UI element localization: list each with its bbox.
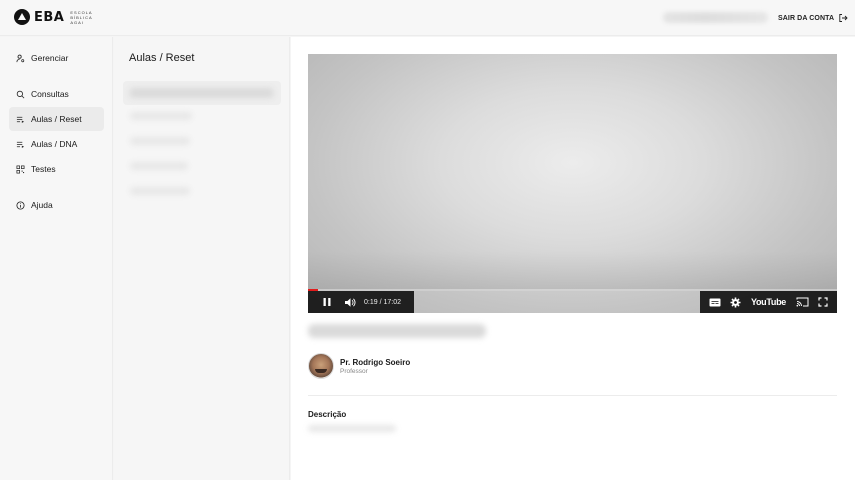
sidebar-item-testes[interactable]: Testes — [9, 157, 104, 181]
logout-button[interactable]: SAIR DA CONTA — [778, 13, 848, 23]
lesson-item-active[interactable] — [123, 81, 281, 105]
video-frame-shade — [308, 251, 837, 291]
player-controls-left: 0:19 / 17:02 — [308, 291, 414, 313]
user-settings-icon — [16, 54, 25, 62]
player-controls-right: YouTube — [700, 291, 837, 313]
lesson-item-redacted[interactable] — [130, 162, 188, 170]
gear-icon — [730, 297, 741, 307]
sidebar-item-aulas-reset[interactable]: Aulas / Reset — [9, 107, 104, 131]
info-icon — [16, 200, 25, 210]
lessons-panel: Aulas / Reset — [114, 37, 290, 480]
settings-button[interactable] — [730, 297, 741, 308]
youtube-logo[interactable]: YouTube — [751, 297, 786, 307]
lessons-title: Aulas / Reset — [129, 52, 195, 64]
cast-button[interactable] — [796, 297, 809, 307]
fullscreen-icon — [818, 297, 828, 307]
volume-icon — [345, 297, 356, 307]
fullscreen-button[interactable] — [818, 297, 828, 307]
volume-button[interactable] — [344, 297, 356, 308]
sidebar-item-gerenciar[interactable]: Gerenciar — [9, 46, 104, 70]
sidebar-item-aulas-dna[interactable]: Aulas / DNA — [9, 132, 104, 156]
sidebar: Gerenciar Consultas Aulas / Reset Aulas … — [0, 37, 113, 480]
brand-logo[interactable]: EBA ESCOLA BÍBLICA AGAI — [14, 9, 93, 25]
pause-button[interactable] — [322, 297, 332, 307]
lesson-item-redacted[interactable] — [130, 112, 192, 120]
professor-name: Pr. Rodrigo Soeiro — [340, 357, 411, 367]
playback-time: 0:19 / 17:02 — [364, 298, 401, 306]
lesson-item-redacted[interactable] — [130, 187, 190, 195]
lesson-item-redacted[interactable] — [130, 137, 190, 145]
lesson-title-redacted — [308, 324, 486, 338]
brand-name: EBA — [34, 9, 65, 25]
sidebar-item-label: Aulas / DNA — [31, 139, 78, 149]
captions-button[interactable] — [709, 298, 721, 307]
user-name-redacted — [663, 12, 768, 23]
cast-icon — [796, 297, 809, 307]
brand-subtitle: ESCOLA BÍBLICA AGAI — [70, 10, 92, 25]
divider — [308, 395, 837, 396]
top-bar: EBA ESCOLA BÍBLICA AGAI SAIR DA CONTA — [0, 0, 855, 36]
professor-card: Pr. Rodrigo Soeiro Professor — [308, 353, 410, 379]
logout-label: SAIR DA CONTA — [778, 14, 835, 22]
sidebar-item-label: Testes — [31, 164, 56, 174]
sidebar-item-label: Gerenciar — [31, 53, 69, 63]
pause-icon — [323, 298, 331, 306]
playlist-icon — [16, 141, 25, 148]
logout-icon — [839, 14, 848, 22]
search-icon — [16, 90, 25, 98]
sidebar-item-label: Ajuda — [31, 200, 53, 210]
main-content: 0:19 / 17:02 YouTube Pr. Rodrigo Soeiro … — [291, 37, 855, 480]
avatar — [308, 353, 334, 379]
video-player[interactable]: 0:19 / 17:02 YouTube — [308, 54, 837, 313]
professor-role: Professor — [340, 367, 368, 375]
description-text-redacted — [308, 425, 396, 432]
lesson-title-redacted — [129, 88, 274, 98]
sidebar-item-label: Consultas — [31, 89, 69, 99]
captions-icon — [709, 298, 721, 306]
description-title: Descrição — [308, 410, 347, 419]
sidebar-item-label: Aulas / Reset — [31, 114, 82, 124]
sidebar-item-consultas[interactable]: Consultas — [9, 82, 104, 106]
eba-logo-icon — [14, 9, 30, 25]
sidebar-item-ajuda[interactable]: Ajuda — [9, 193, 104, 217]
professor-info: Pr. Rodrigo Soeiro Professor — [340, 358, 410, 375]
brand-subtitle-line: AGAI — [70, 19, 84, 25]
playlist-icon — [16, 116, 25, 123]
qr-grid-icon — [16, 165, 25, 173]
